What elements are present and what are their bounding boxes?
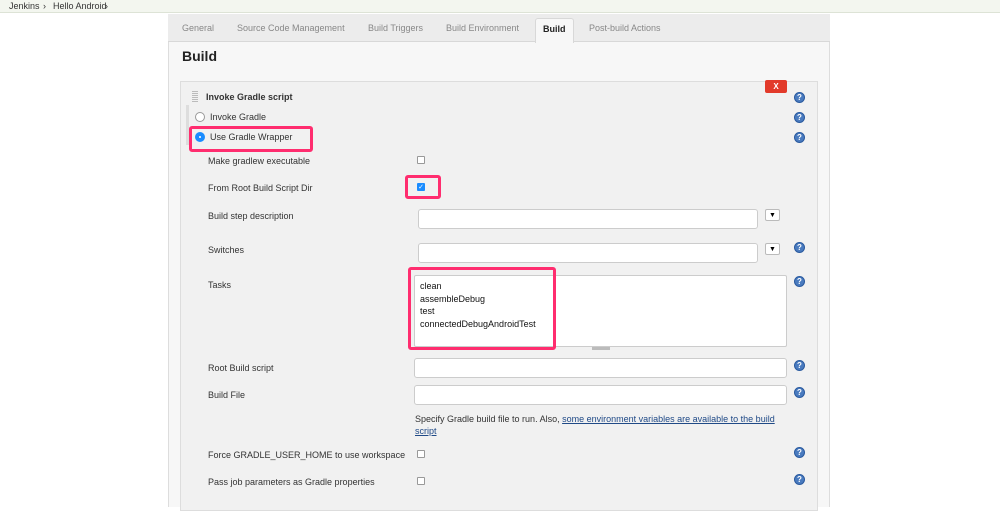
root-build-script-label: Root Build script: [208, 363, 274, 373]
task-line: test: [420, 306, 435, 316]
radio-invoke-gradle-label[interactable]: Invoke Gradle: [210, 112, 266, 122]
delete-step-button[interactable]: X: [765, 80, 787, 93]
help-icon[interactable]: ?: [794, 242, 805, 253]
force-home-checkbox[interactable]: [417, 450, 425, 458]
help-icon[interactable]: ?: [794, 474, 805, 485]
help-icon[interactable]: ?: [794, 112, 805, 123]
breadcrumb: Jenkins › Hello Android ›: [0, 0, 1000, 13]
expand-dropdown-button[interactable]: ▼: [765, 209, 780, 221]
help-icon[interactable]: ?: [794, 276, 805, 287]
pass-params-label: Pass job parameters as Gradle properties: [208, 477, 375, 487]
tab-build-triggers[interactable]: Build Triggers: [368, 23, 423, 33]
build-step-description-input[interactable]: [418, 209, 758, 229]
drag-handle-icon[interactable]: [192, 91, 198, 103]
tab-general[interactable]: General: [182, 23, 214, 33]
switches-label: Switches: [208, 245, 245, 255]
radio-use-gradle-wrapper-label[interactable]: Use Gradle Wrapper: [210, 132, 292, 142]
tab-build[interactable]: Build: [535, 18, 574, 43]
make-executable-checkbox[interactable]: [417, 156, 425, 164]
build-file-help: Specify Gradle build file to run. Also, …: [415, 413, 795, 437]
help-icon[interactable]: ?: [794, 132, 805, 143]
task-line: connectedDebugAndroidTest: [420, 318, 536, 329]
help-icon[interactable]: ?: [794, 360, 805, 371]
pass-params-checkbox[interactable]: [417, 477, 425, 485]
task-line: assembleDebug: [420, 293, 486, 304]
expand-dropdown-button[interactable]: ▼: [765, 243, 780, 255]
radio-invoke-gradle[interactable]: [195, 112, 205, 122]
force-home-label: Force GRADLE_USER_HOME to use workspace: [208, 450, 406, 460]
help-icon[interactable]: ?: [794, 92, 805, 103]
step-title: Invoke Gradle script: [206, 92, 293, 102]
tasks-value: clean assembleDebug test connectedDebugA…: [420, 280, 536, 330]
tab-bar: General Source Code Management Build Tri…: [168, 14, 830, 43]
root-build-script-input[interactable]: [414, 358, 787, 378]
radio-use-gradle-wrapper[interactable]: [195, 132, 205, 142]
from-root-checkbox[interactable]: ✓: [417, 183, 425, 191]
make-executable-label: Make gradlew executable: [208, 156, 311, 166]
switches-input[interactable]: [418, 243, 758, 263]
build-file-help-text: Specify Gradle build file to run. Also,: [415, 414, 563, 424]
build-step-description-label: Build step description: [208, 211, 294, 221]
build-file-label: Build File: [208, 390, 246, 400]
tab-source-code-management[interactable]: Source Code Management: [237, 23, 345, 33]
build-file-input[interactable]: [414, 385, 787, 405]
tab-post-build-actions[interactable]: Post-build Actions: [589, 23, 661, 33]
page-title: Build: [182, 48, 217, 64]
tasks-label: Tasks: [208, 280, 232, 290]
breadcrumb-jenkins[interactable]: Jenkins: [9, 1, 40, 11]
tab-build-environment[interactable]: Build Environment: [446, 23, 519, 33]
help-icon[interactable]: ?: [794, 387, 805, 398]
breadcrumb-separator: ›: [105, 1, 108, 11]
help-icon[interactable]: ?: [794, 447, 805, 458]
from-root-label: From Root Build Script Dir: [208, 183, 313, 193]
task-line: clean: [420, 281, 442, 291]
textarea-resize-handle[interactable]: [592, 347, 610, 350]
breadcrumb-separator: ›: [43, 1, 46, 11]
breadcrumb-hello-android[interactable]: Hello Android: [53, 1, 107, 11]
